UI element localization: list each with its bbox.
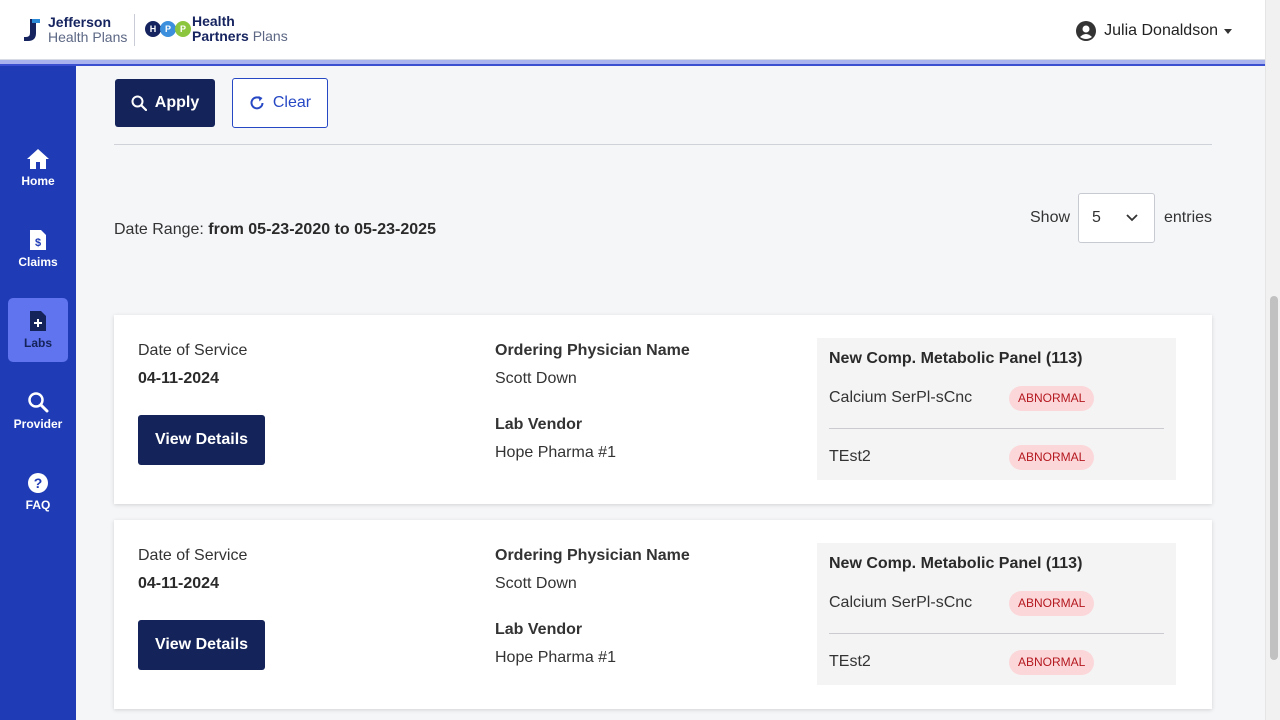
sidebar-item-faq[interactable]: ? FAQ: [8, 460, 68, 524]
search-icon: [28, 392, 49, 413]
hpp-dot-p1: P: [160, 21, 176, 37]
panel-divider: [829, 633, 1164, 634]
svg-text:?: ?: [34, 475, 43, 491]
chevron-down-icon: [1224, 28, 1232, 34]
header-accent-bar: [0, 60, 1265, 66]
test-name: TEst2: [829, 448, 871, 465]
show-label: Show: [1030, 209, 1071, 226]
jefferson-logo-text: Jefferson Health Plans: [48, 15, 127, 45]
jefferson-logo-icon: [24, 19, 40, 41]
svg-text:$: $: [35, 237, 41, 249]
hpp-logo-text: Health Partners Plans: [192, 14, 288, 44]
entries-label: entries: [1164, 209, 1213, 226]
sidebar-item-label: Home: [21, 174, 55, 188]
logo-divider: [134, 14, 135, 46]
apply-button-label: Apply: [154, 94, 200, 111]
lab-vendor-value: Hope Pharma #1: [495, 444, 616, 461]
date-range-prefix: Date Range:: [114, 221, 209, 238]
refresh-icon: [250, 96, 264, 110]
date-range-text: Date Range: from 05-23-2020 to 05-23-202…: [114, 221, 436, 239]
user-avatar-icon: [1076, 21, 1097, 41]
sidebar-item-provider[interactable]: Provider: [8, 379, 68, 443]
view-details-button[interactable]: View Details: [138, 415, 265, 465]
jefferson-logo-line1: Jefferson: [48, 14, 112, 30]
lab-result-card: Date of Service 04-11-2024 View Details …: [114, 520, 1212, 709]
labs-document-icon: [30, 311, 46, 331]
date-range-value: from 05-23-2020 to 05-23-2025: [208, 221, 436, 238]
date-of-service-label: Date of Service: [138, 342, 248, 359]
date-of-service-value: 04-11-2024: [138, 370, 219, 387]
lab-panel-summary: New Comp. Metabolic Panel (113) Calcium …: [817, 543, 1176, 685]
sidebar-nav: Home $ Claims Labs Provider ? FAQ: [0, 66, 76, 720]
test-result-row: TEst2 ABNORMAL: [829, 647, 1164, 677]
jefferson-health-plans-logo[interactable]: Jefferson Health Plans: [22, 15, 127, 45]
page-scrollbar[interactable]: [1265, 0, 1280, 720]
lab-panel-summary: New Comp. Metabolic Panel (113) Calcium …: [817, 338, 1176, 480]
sidebar-item-label: Labs: [23, 336, 52, 350]
date-of-service-value: 04-11-2024: [138, 575, 219, 592]
abnormal-status-badge: ABNORMAL: [1009, 385, 1095, 411]
clear-button-label: Clear: [272, 94, 312, 111]
claims-document-icon: $: [30, 230, 46, 250]
panel-title: New Comp. Metabolic Panel (113): [829, 555, 1083, 572]
view-details-button[interactable]: View Details: [138, 620, 265, 670]
sidebar-item-label: FAQ: [25, 498, 51, 512]
test-result-row: Calcium SerPl-sCnc ABNORMAL: [829, 588, 1164, 618]
user-menu-dropdown[interactable]: Julia Donaldson: [1076, 21, 1232, 41]
hpp-logo-mark: H P P: [145, 21, 191, 37]
section-divider: [114, 144, 1212, 145]
hpp-dot-h: H: [145, 21, 161, 37]
lab-vendor-label: Lab Vendor: [495, 621, 583, 638]
abnormal-status-badge: ABNORMAL: [1009, 444, 1095, 470]
test-name: Calcium SerPl-sCnc: [829, 594, 973, 611]
hpp-dot-p2: P: [175, 21, 191, 37]
date-of-service-label: Date of Service: [138, 547, 248, 564]
scrollbar-thumb[interactable]: [1270, 296, 1278, 660]
lab-vendor-value: Hope Pharma #1: [495, 649, 616, 666]
lab-result-card: Date of Service 04-11-2024 View Details …: [114, 315, 1212, 504]
entries-select-value: 5: [1092, 209, 1101, 226]
apply-button[interactable]: Apply: [115, 79, 215, 127]
abnormal-status-badge: ABNORMAL: [1009, 649, 1095, 675]
ordering-physician-label: Ordering Physician Name: [495, 342, 690, 359]
user-name: Julia Donaldson: [1104, 22, 1218, 39]
ordering-physician-value: Scott Down: [495, 575, 577, 592]
sidebar-item-label: Claims: [18, 255, 58, 269]
sidebar-item-claims[interactable]: $ Claims: [8, 217, 68, 281]
sidebar-item-labs[interactable]: Labs: [8, 298, 68, 362]
entries-per-page-select[interactable]: 5: [1078, 193, 1155, 243]
search-icon: [131, 95, 147, 111]
test-result-row: Calcium SerPl-sCnc ABNORMAL: [829, 383, 1164, 413]
chevron-down-icon: [1126, 214, 1138, 222]
jefferson-logo-line2: Health Plans: [48, 29, 128, 45]
sidebar-item-home[interactable]: Home: [8, 136, 68, 200]
question-icon: ?: [28, 473, 48, 493]
test-result-row: TEst2 ABNORMAL: [829, 442, 1164, 472]
health-partners-plans-logo[interactable]: H P P Health Partners Plans: [145, 14, 288, 44]
hpp-logo-line2b: Plans: [248, 28, 288, 44]
panel-divider: [829, 428, 1164, 429]
home-icon: [27, 149, 49, 169]
test-name: Calcium SerPl-sCnc: [829, 389, 973, 406]
hpp-logo-line2a: Partners: [192, 28, 249, 44]
abnormal-status-badge: ABNORMAL: [1009, 590, 1095, 616]
panel-title: New Comp. Metabolic Panel (113): [829, 350, 1083, 367]
clear-button[interactable]: Clear: [232, 78, 328, 128]
lab-vendor-label: Lab Vendor: [495, 416, 583, 433]
ordering-physician-label: Ordering Physician Name: [495, 547, 690, 564]
hpp-logo-line1: Health: [192, 13, 235, 29]
hpp-logo-line2: Partners Plans: [192, 29, 288, 44]
test-name: TEst2: [829, 653, 871, 670]
ordering-physician-value: Scott Down: [495, 370, 577, 387]
sidebar-item-label: Provider: [13, 417, 63, 431]
top-header: Jefferson Health Plans H P P Health Part…: [0, 0, 1265, 60]
